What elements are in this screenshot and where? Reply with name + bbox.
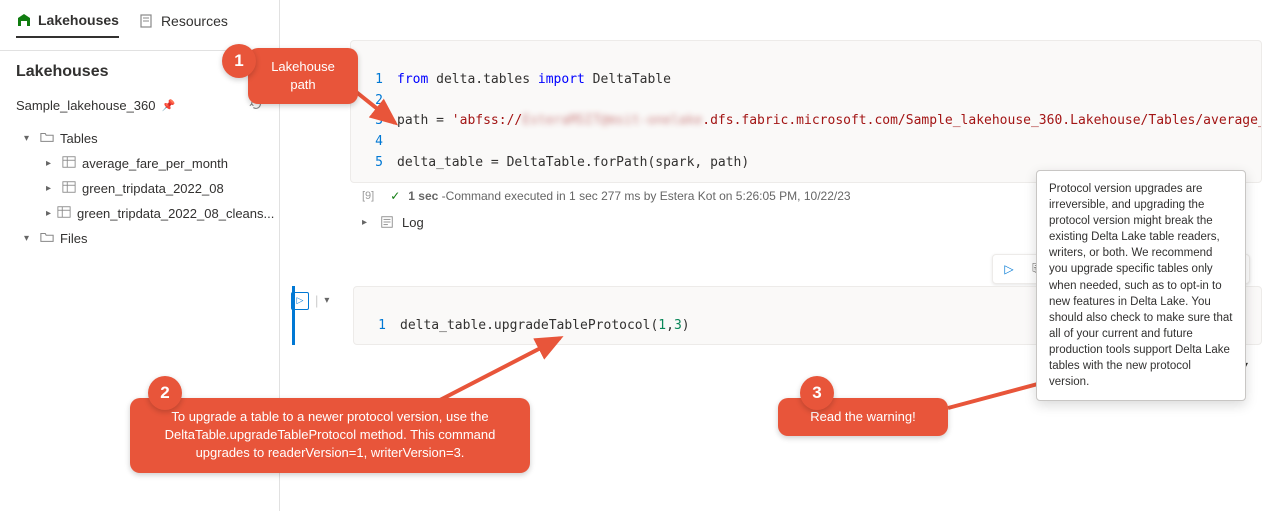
folder-icon	[40, 130, 54, 147]
callout-2: To upgrade a table to a newer protocol v…	[130, 398, 530, 473]
chevron-right-icon: ▸	[46, 183, 56, 194]
tree-files-label: Files	[60, 231, 87, 246]
tab-lakehouses[interactable]: Lakehouses	[16, 12, 119, 38]
folder-icon	[40, 230, 54, 247]
code-editor[interactable]: 1from delta.tables import DeltaTable 2 3…	[350, 40, 1262, 183]
table-icon	[57, 205, 71, 222]
callout-badge-2: 2	[148, 376, 182, 410]
run-cell-icon[interactable]: ▷	[291, 292, 309, 310]
chevron-right-icon: ▸	[46, 158, 56, 169]
tooltip-text: Protocol version upgrades are irreversib…	[1049, 183, 1232, 388]
chevron-down-icon: ▾	[24, 233, 34, 244]
tree-table-item[interactable]: ▸ green_tripdata_2022_08	[8, 176, 271, 201]
tab-resources[interactable]: Resources	[139, 12, 228, 38]
chevron-right-icon: ▸	[46, 208, 51, 219]
resources-icon	[139, 13, 155, 29]
tree-item-label: green_tripdata_2022_08_cleans...	[77, 206, 274, 221]
table-icon	[62, 155, 76, 172]
check-icon: ✓	[390, 189, 400, 203]
callout-badge-3: 3	[800, 376, 834, 410]
tree-files[interactable]: ▾ Files	[8, 226, 271, 251]
callout-1: Lakehouse path	[248, 48, 358, 104]
tree-table-item[interactable]: ▸ green_tripdata_2022_08_cleans...	[8, 201, 271, 226]
divider: |	[315, 293, 318, 308]
warning-tooltip: Protocol version upgrades are irreversib…	[1036, 170, 1246, 401]
tab-lakehouses-label: Lakehouses	[38, 12, 119, 28]
log-icon	[380, 215, 394, 229]
tree-item-label: average_fare_per_month	[82, 156, 228, 171]
log-label: Log	[402, 215, 424, 230]
chevron-down-icon: ▾	[24, 133, 34, 144]
tab-resources-label: Resources	[161, 13, 228, 29]
exec-number: [9]	[362, 190, 374, 202]
tree-item-label: green_tripdata_2022_08	[82, 181, 224, 196]
lakehouse-icon	[16, 12, 32, 28]
tree: ▾ Tables ▸ average_fare_per_month ▸ gree…	[0, 122, 279, 255]
run-gutter: ▷ | ▾	[291, 292, 329, 310]
lakehouse-row[interactable]: Sample_lakehouse_360 📌	[0, 89, 279, 122]
lakehouse-name: Sample_lakehouse_360	[16, 98, 156, 113]
tree-table-item[interactable]: ▸ average_fare_per_month	[8, 151, 271, 176]
callout-badge-1: 1	[222, 44, 256, 78]
chevron-right-icon: ▸	[362, 217, 372, 228]
pin-icon[interactable]: 📌	[162, 99, 176, 112]
tree-tables[interactable]: ▾ Tables	[8, 126, 271, 151]
chevron-down-icon[interactable]: ▾	[324, 295, 329, 306]
run-button[interactable]: ▷	[998, 258, 1020, 280]
table-icon	[62, 180, 76, 197]
tree-tables-label: Tables	[60, 131, 98, 146]
